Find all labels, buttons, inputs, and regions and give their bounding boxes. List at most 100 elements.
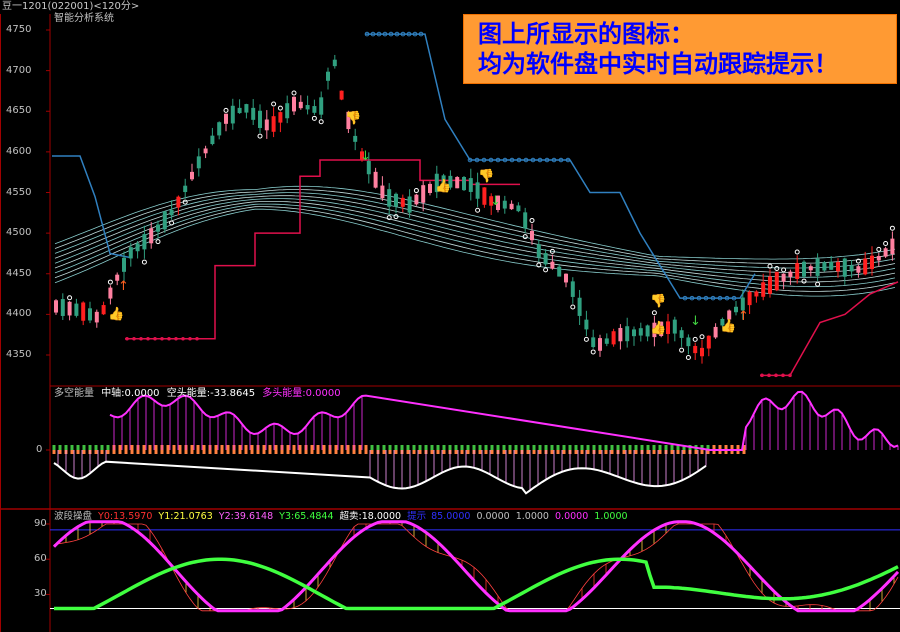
energy-marker <box>196 445 200 450</box>
energy-marker <box>100 445 104 450</box>
candle-body <box>822 262 827 271</box>
stop-marker <box>195 336 199 341</box>
energy-marker <box>598 445 602 450</box>
energy-marker <box>484 450 488 454</box>
candle-body <box>788 271 793 278</box>
energy-marker <box>454 450 458 454</box>
thumbs-up-icon: 👍 <box>720 318 736 334</box>
energy-marker <box>490 450 494 454</box>
energy-marker <box>190 450 194 454</box>
energy-marker <box>130 445 134 450</box>
energy-marker <box>628 445 632 450</box>
candle-body <box>101 305 106 315</box>
signal-dot <box>141 259 147 265</box>
signal-dot <box>889 225 895 231</box>
candle-body <box>298 101 303 109</box>
energy-marker <box>742 450 746 454</box>
price-tick-label: 4350 <box>6 349 32 360</box>
energy-marker <box>166 450 170 454</box>
energy-marker <box>178 450 182 454</box>
candle-body <box>836 262 840 272</box>
wave-v5: 1.0000 <box>594 511 628 522</box>
energy-marker <box>64 445 68 450</box>
energy-marker <box>670 450 674 454</box>
candle-body <box>394 193 398 207</box>
energy-marker <box>388 450 392 454</box>
wave-y3: Y3:65.4844 <box>279 511 334 522</box>
main-indicator-name: 智能分析系统 <box>54 13 114 24</box>
energy-marker <box>184 450 188 454</box>
energy-marker <box>280 450 284 454</box>
energy-marker <box>76 450 80 454</box>
energy-marker <box>250 450 254 454</box>
candle-body <box>60 299 65 316</box>
energy-marker <box>142 450 146 454</box>
candle-body <box>407 196 412 213</box>
energy-marker <box>262 450 266 454</box>
thumbs-down-icon: 👎 <box>650 293 666 309</box>
energy-marker <box>106 450 110 454</box>
candle-body <box>693 345 698 354</box>
signal-dot <box>781 267 787 273</box>
energy-marker <box>406 445 410 450</box>
wave-overbought: 超卖:18.0000 <box>339 511 402 522</box>
energy-marker <box>526 450 530 454</box>
energy-marker <box>154 450 158 454</box>
thumbs-down-icon: 👎 <box>478 168 494 184</box>
energy-marker <box>490 445 494 450</box>
candle-body <box>258 110 262 128</box>
energy-marker <box>646 445 650 450</box>
energy-marker <box>220 450 224 454</box>
energy-marker <box>298 450 302 454</box>
energy-marker <box>346 450 350 454</box>
energy-marker <box>286 445 290 450</box>
thumbs-up-icon: 👍 <box>650 320 666 336</box>
energy-marker <box>124 445 128 450</box>
candle-body <box>638 328 643 336</box>
candle-body <box>203 148 208 154</box>
candle-body <box>190 171 194 180</box>
stop-marker <box>167 336 171 341</box>
energy-marker <box>142 445 146 450</box>
energy-marker <box>382 450 386 454</box>
candle-body <box>516 205 521 212</box>
chart-canvas[interactable]: 👍 👍 👍 👍 👎 👎 👎 ↑ ↑ ↓ ↓ ↓ <box>0 0 900 632</box>
wave-y2: Y2:39.6148 <box>218 511 274 522</box>
energy-marker <box>460 445 464 450</box>
energy-marker <box>496 445 500 450</box>
stop-marker <box>125 336 129 341</box>
signal-dot <box>801 278 807 284</box>
energy-marker <box>262 445 266 450</box>
candle-body <box>421 185 426 203</box>
candle-body <box>754 291 759 297</box>
moving-average-ribbon <box>54 185 896 260</box>
stop-marker <box>174 336 178 341</box>
energy-marker <box>460 450 464 454</box>
energy-marker <box>304 450 308 454</box>
price-tick-label: 4450 <box>6 267 32 279</box>
energy-marker <box>70 450 74 454</box>
price-tick-label: 4550 <box>6 186 32 198</box>
energy-marker <box>226 445 230 450</box>
candle-body <box>373 171 378 188</box>
candle-body <box>135 243 140 252</box>
energy-marker <box>436 450 440 454</box>
candle-body <box>849 265 854 272</box>
wave-alert-label: 提示 <box>407 511 427 522</box>
energy-marker <box>586 450 590 454</box>
energy-marker <box>328 450 332 454</box>
energy-marker <box>436 445 440 450</box>
energy-marker <box>316 445 320 450</box>
signal-dot <box>583 336 589 342</box>
candle-body <box>802 261 806 277</box>
energy-marker <box>442 450 446 454</box>
energy-marker <box>286 450 290 454</box>
stop-marker <box>788 373 792 378</box>
price-tick-label: 4400 <box>6 308 32 320</box>
candle-body <box>108 287 113 299</box>
down-arrow-icon: ↓ <box>360 149 371 164</box>
candle-body <box>339 90 344 100</box>
energy-marker <box>274 445 278 450</box>
stop-marker <box>781 373 785 378</box>
energy-marker <box>274 450 278 454</box>
